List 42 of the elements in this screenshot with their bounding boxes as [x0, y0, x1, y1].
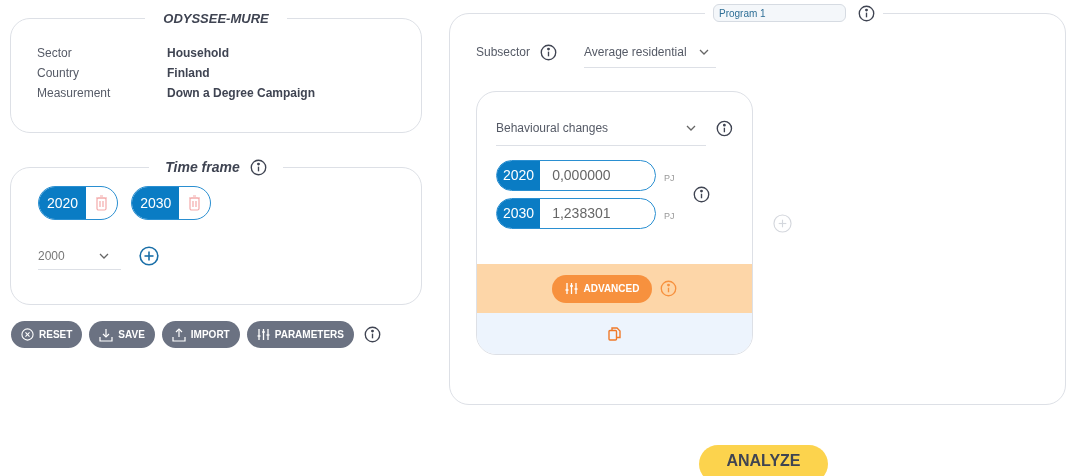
year-label: 2020	[39, 187, 87, 219]
field-value: Finland	[167, 65, 211, 82]
sliders-icon	[256, 328, 270, 341]
action-button[interactable]: SAVE	[89, 321, 155, 348]
unit-label: PJ	[664, 209, 675, 223]
chevron-down-icon	[686, 124, 697, 131]
action-button[interactable]: PARAMETERS	[246, 321, 354, 348]
info-icon[interactable]	[716, 119, 733, 137]
field-label: Country	[37, 65, 81, 82]
sliders-icon	[564, 282, 578, 295]
field-label: Subsector	[476, 44, 531, 61]
info-icon[interactable]	[692, 186, 710, 203]
analyze-button[interactable]: ANALYZE	[699, 445, 828, 476]
action-button[interactable]: IMPORT	[161, 321, 240, 348]
info-icon[interactable]	[249, 159, 267, 176]
unit-label: PJ	[664, 171, 675, 185]
year-label: 2020	[497, 161, 541, 190]
year-label: 2030	[132, 187, 180, 219]
chevron-down-icon	[698, 48, 709, 55]
card-title: Time frame	[165, 158, 240, 177]
action-button[interactable]: RESET	[11, 321, 83, 348]
year-label: 2030	[497, 199, 541, 228]
info-icon[interactable]	[364, 326, 381, 343]
info-icon[interactable]	[540, 43, 558, 61]
download-icon	[99, 327, 114, 342]
chevron-down-icon	[99, 252, 109, 259]
field-label: Measurement	[37, 85, 112, 102]
close-icon	[21, 328, 34, 341]
year-select[interactable]: 2000	[38, 242, 121, 270]
upload-icon	[171, 327, 186, 342]
subsector-select[interactable]: Average residential	[584, 36, 717, 68]
add-icon[interactable]	[139, 246, 159, 266]
program-name-field[interactable]: Program 1	[713, 4, 846, 22]
value-text: 0,000000	[551, 166, 612, 185]
card-title: ODYSSEE-MURE	[163, 11, 269, 26]
value-text: 1,238301	[551, 204, 612, 223]
field-value: Household	[167, 45, 230, 62]
field-value: Down a Degree Campaign	[167, 85, 317, 102]
measure-type-select[interactable]: Behavioural changes	[496, 110, 707, 146]
copy-icon[interactable]	[608, 326, 621, 341]
field-label: Sector	[37, 45, 73, 62]
info-icon[interactable]	[858, 4, 875, 22]
